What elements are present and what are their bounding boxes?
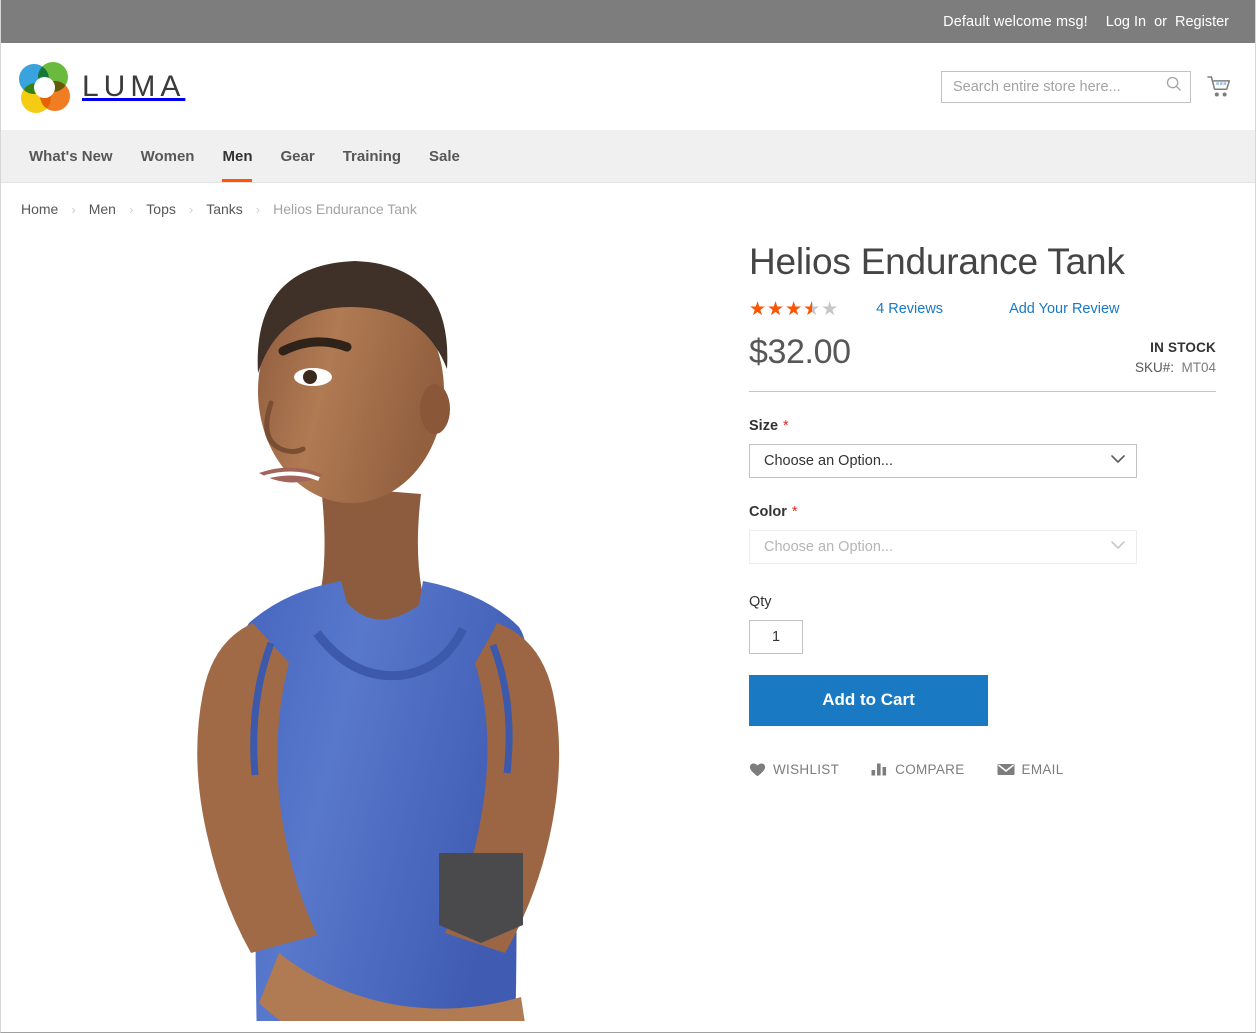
- top-panel: Default welcome msg! Log In or Register: [1, 0, 1255, 43]
- add-to-cart-button[interactable]: Add to Cart: [749, 674, 988, 726]
- product-image[interactable]: [21, 231, 731, 1021]
- page-title: Helios Endurance Tank: [749, 241, 1125, 282]
- search-placeholder: Search entire store here...: [953, 78, 1121, 95]
- nav-item-training[interactable]: Training: [329, 130, 415, 182]
- header-actions: Search entire store here...: [941, 70, 1235, 103]
- envelope-icon: [997, 763, 1015, 776]
- breadcrumb-current-page: Helios Endurance Tank: [273, 201, 417, 217]
- login-link[interactable]: Log In: [1106, 14, 1146, 30]
- size-field: Size * Choose an Option...: [749, 418, 1216, 478]
- main-navigation: What's New Women Men Gear Training Sale: [1, 130, 1255, 183]
- bar-chart-icon: [871, 762, 888, 776]
- shopping-cart-icon[interactable]: [1205, 72, 1235, 102]
- product-price: $32.00: [749, 332, 851, 371]
- breadcrumb-item-tanks[interactable]: Tanks: [206, 201, 243, 217]
- qty-input[interactable]: 1: [749, 619, 803, 654]
- breadcrumb-separator-icon: ›: [71, 201, 76, 217]
- price-and-stock: $32.00 IN STOCK SKU#: MT04: [749, 333, 1216, 392]
- product-page: Default welcome msg! Log In or Register …: [0, 0, 1256, 1033]
- search-input[interactable]: Search entire store here...: [941, 70, 1191, 103]
- breadcrumb-separator-icon: ›: [188, 201, 194, 217]
- breadcrumb-item-home[interactable]: Home: [21, 201, 58, 217]
- product-main: Helios Endurance Tank ★★★★★ ★★★★★ 4 Revi…: [1, 231, 1255, 1021]
- email-to-friend-link[interactable]: EMAIL: [997, 762, 1064, 777]
- site-header: LUMA Search entire store here...: [1, 43, 1255, 130]
- wishlist-label: WISHLIST: [773, 761, 840, 777]
- breadcrumb-item-tops[interactable]: Tops: [146, 201, 176, 217]
- required-marker: *: [783, 417, 789, 434]
- stock-info: IN STOCK SKU#: MT04: [1135, 333, 1216, 375]
- register-link[interactable]: Register: [1175, 14, 1229, 30]
- product-action-links: WISHLIST COMPARE EMAIL: [749, 762, 1216, 777]
- email-label: EMAIL: [1021, 761, 1064, 777]
- size-select[interactable]: Choose an Option...: [749, 443, 1137, 478]
- breadcrumb-item-men[interactable]: Men: [89, 201, 116, 217]
- add-to-wishlist-link[interactable]: WISHLIST: [749, 762, 839, 777]
- product-sku: SKU#: MT04: [1135, 360, 1216, 375]
- add-your-review-link[interactable]: Add Your Review: [1009, 301, 1119, 317]
- color-select[interactable]: Choose an Option...: [749, 529, 1137, 564]
- breadcrumb: Home › Men › Tops › Tanks › Helios Endur…: [1, 183, 1255, 231]
- product-gallery[interactable]: [21, 231, 731, 1021]
- status-badge: IN STOCK: [1150, 339, 1216, 355]
- nav-item-women[interactable]: Women: [127, 130, 209, 182]
- chevron-down-icon: [1111, 454, 1125, 467]
- color-field: Color * Choose an Option...: [749, 504, 1216, 564]
- size-select-value: Choose an Option...: [764, 452, 893, 469]
- product-info: Helios Endurance Tank ★★★★★ ★★★★★ 4 Revi…: [731, 231, 1216, 1021]
- qty-label: Qty: [749, 593, 772, 610]
- logo-link[interactable]: LUMA: [19, 61, 186, 113]
- color-label: Color *: [749, 503, 798, 520]
- search-icon[interactable]: [1166, 76, 1182, 97]
- nav-item-sale[interactable]: Sale: [415, 130, 474, 182]
- login-register-separator: or: [1154, 13, 1167, 30]
- nav-item-men[interactable]: Men: [208, 130, 266, 182]
- star-rating-filled: ★★★★★: [749, 299, 812, 319]
- sku-label: SKU#:: [1134, 359, 1174, 375]
- star-rating-icon[interactable]: ★★★★★ ★★★★★: [749, 300, 839, 319]
- heart-icon: [749, 762, 766, 777]
- sku-value: MT04: [1181, 359, 1216, 375]
- size-label: Size *: [749, 417, 789, 434]
- breadcrumb-separator-icon: ›: [128, 201, 134, 217]
- nav-item-gear[interactable]: Gear: [266, 130, 328, 182]
- chevron-down-icon: [1111, 540, 1125, 553]
- logo-text: LUMA: [82, 69, 186, 103]
- welcome-message: Default welcome msg!: [943, 13, 1088, 30]
- color-select-value: Choose an Option...: [764, 538, 893, 555]
- rating-summary: ★★★★★ ★★★★★ 4 Reviews Add Your Review: [749, 300, 1216, 319]
- breadcrumb-separator-icon: ›: [255, 201, 261, 217]
- add-to-compare-link[interactable]: COMPARE: [871, 762, 964, 777]
- nav-item-whats-new[interactable]: What's New: [15, 130, 127, 182]
- required-marker: *: [791, 503, 798, 520]
- reviews-count-link[interactable]: 4 Reviews: [876, 301, 943, 317]
- luma-flower-logo-icon: [19, 61, 70, 113]
- compare-label: COMPARE: [895, 761, 965, 777]
